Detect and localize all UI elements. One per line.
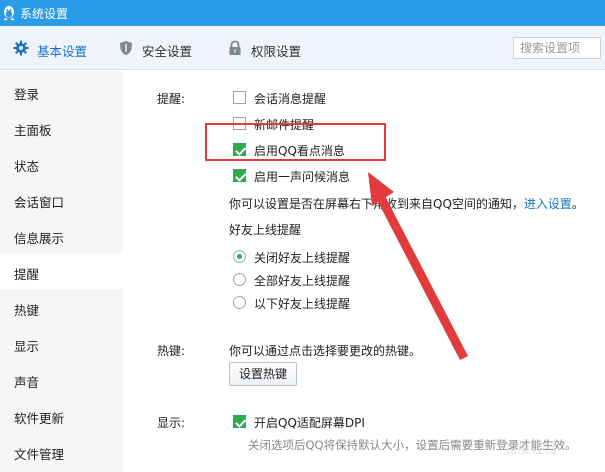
search-input[interactable] <box>514 38 598 58</box>
highlight-box-annotation <box>205 123 386 161</box>
sidebar-item-label: 文件管理 <box>14 447 65 462</box>
sidebar-item-info-display[interactable]: 信息展示 <box>0 217 123 253</box>
sidebar-item-label: 主面板 <box>14 123 52 138</box>
all-friends-online-radio[interactable] <box>233 273 246 286</box>
lock-icon <box>229 40 241 55</box>
session-message-reminder-label: 会话消息提醒 <box>254 92 327 106</box>
sidebar-item-label: 热键 <box>14 303 40 318</box>
hotkey-description: 你可以通过点击选择要更改的热键。 <box>229 344 422 358</box>
disable-friend-online-radio[interactable] <box>233 250 246 263</box>
title-bar: 系统设置 <box>0 0 605 26</box>
friend-online-heading: 好友上线提醒 <box>229 223 302 237</box>
sidebar-item-display[interactable]: 显示 <box>0 325 123 361</box>
settings-tab-bar: 基本设置 安全设置 权限设置 <box>0 26 605 70</box>
qzone-notice-end: 。 <box>571 197 584 211</box>
tab-security-settings-label: 安全设置 <box>142 44 193 59</box>
sidebar-item-login[interactable]: 登录 <box>0 73 123 109</box>
sidebar-item-sound[interactable]: 声音 <box>0 361 123 397</box>
search-box[interactable] <box>513 37 601 59</box>
hotkey-section-label: 热键: <box>157 344 186 358</box>
set-hotkey-button[interactable]: 设置热键 <box>229 362 297 386</box>
display-section-label: 显示: <box>157 416 186 430</box>
sidebar-item-software-update[interactable]: 软件更新 <box>0 397 123 433</box>
qzone-notice-body: 你可以设置是否在屏幕右下角收到来自QQ空间的通知， <box>229 197 524 211</box>
enter-settings-link[interactable]: 进入设置 <box>524 197 572 211</box>
settings-sidebar: 登录 主面板 状态 会话窗口 信息展示 提醒 热键 显示 声音 软件更新 文件管… <box>0 71 123 472</box>
sidebar-item-hotkey[interactable]: 热键 <box>0 289 123 325</box>
reminder-section-label: 提醒: <box>157 92 186 106</box>
window-title: 系统设置 <box>20 7 69 21</box>
sidebar-item-label: 会话窗口 <box>14 195 65 210</box>
sidebar-item-label: 软件更新 <box>14 411 65 426</box>
tab-permission-settings-label: 权限设置 <box>251 44 302 59</box>
dpi-adapt-label: 开启QQ适配屏幕DPI <box>254 416 365 430</box>
greeting-message-checkbox[interactable] <box>233 169 246 182</box>
sidebar-item-reminder[interactable]: 提醒 <box>0 253 123 289</box>
session-message-reminder-checkbox[interactable] <box>233 91 246 104</box>
selected-friends-online-label: 以下好友上线提醒 <box>254 297 351 311</box>
sidebar-item-chat-window[interactable]: 会话窗口 <box>0 181 123 217</box>
sidebar-item-label: 声音 <box>14 375 40 390</box>
qzone-notice-text: 你可以设置是否在屏幕右下角收到来自QQ空间的通知，进入设置。 <box>229 195 584 212</box>
all-friends-online-label: 全部好友上线提醒 <box>254 274 351 288</box>
watermark-text: 百度经验 <box>505 442 558 457</box>
dpi-adapt-checkbox[interactable] <box>233 415 246 428</box>
shield-icon <box>120 41 132 55</box>
sidebar-item-label: 提醒 <box>14 267 40 282</box>
sidebar-item-label: 显示 <box>14 339 40 354</box>
sidebar-item-label: 状态 <box>14 159 40 174</box>
selected-friends-online-radio[interactable] <box>233 296 246 309</box>
sidebar-item-file-management[interactable]: 文件管理 <box>0 433 123 469</box>
sidebar-item-main-panel[interactable]: 主面板 <box>0 109 123 145</box>
gear-icon <box>13 40 29 56</box>
qq-penguin-icon <box>3 6 15 21</box>
sidebar-item-label: 信息展示 <box>14 231 65 246</box>
disable-friend-online-label: 关闭好友上线提醒 <box>254 251 351 265</box>
tab-basic-settings-label: 基本设置 <box>37 44 88 59</box>
greeting-message-label: 启用一声问候消息 <box>254 170 351 184</box>
sidebar-item-status[interactable]: 状态 <box>0 145 123 181</box>
sidebar-item-label: 登录 <box>14 87 40 102</box>
